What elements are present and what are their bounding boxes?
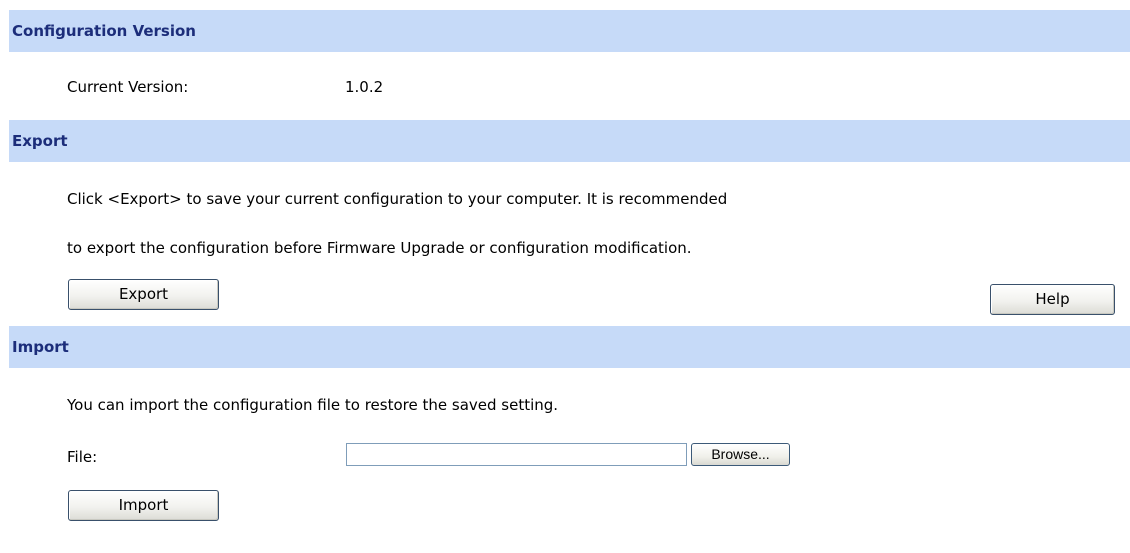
import-description: You can import the configuration file to… — [67, 396, 559, 414]
file-path-input[interactable] — [346, 443, 687, 466]
current-version-label: Current Version: — [67, 78, 189, 96]
browse-button[interactable]: Browse... — [691, 443, 790, 466]
import-header: Import — [9, 326, 1130, 368]
help-button[interactable]: Help — [990, 284, 1115, 315]
export-description-line1: Click <Export> to save your current conf… — [67, 190, 728, 208]
configuration-version-header: Configuration Version — [9, 10, 1130, 52]
import-button[interactable]: Import — [68, 490, 219, 521]
config-backup-page: Configuration Version Current Version: 1… — [9, 0, 1130, 553]
export-description-line2: to export the configuration before Firmw… — [67, 239, 692, 257]
export-button[interactable]: Export — [68, 279, 219, 310]
current-version-value: 1.0.2 — [345, 78, 384, 96]
export-header: Export — [9, 120, 1130, 162]
file-label: File: — [67, 448, 98, 466]
